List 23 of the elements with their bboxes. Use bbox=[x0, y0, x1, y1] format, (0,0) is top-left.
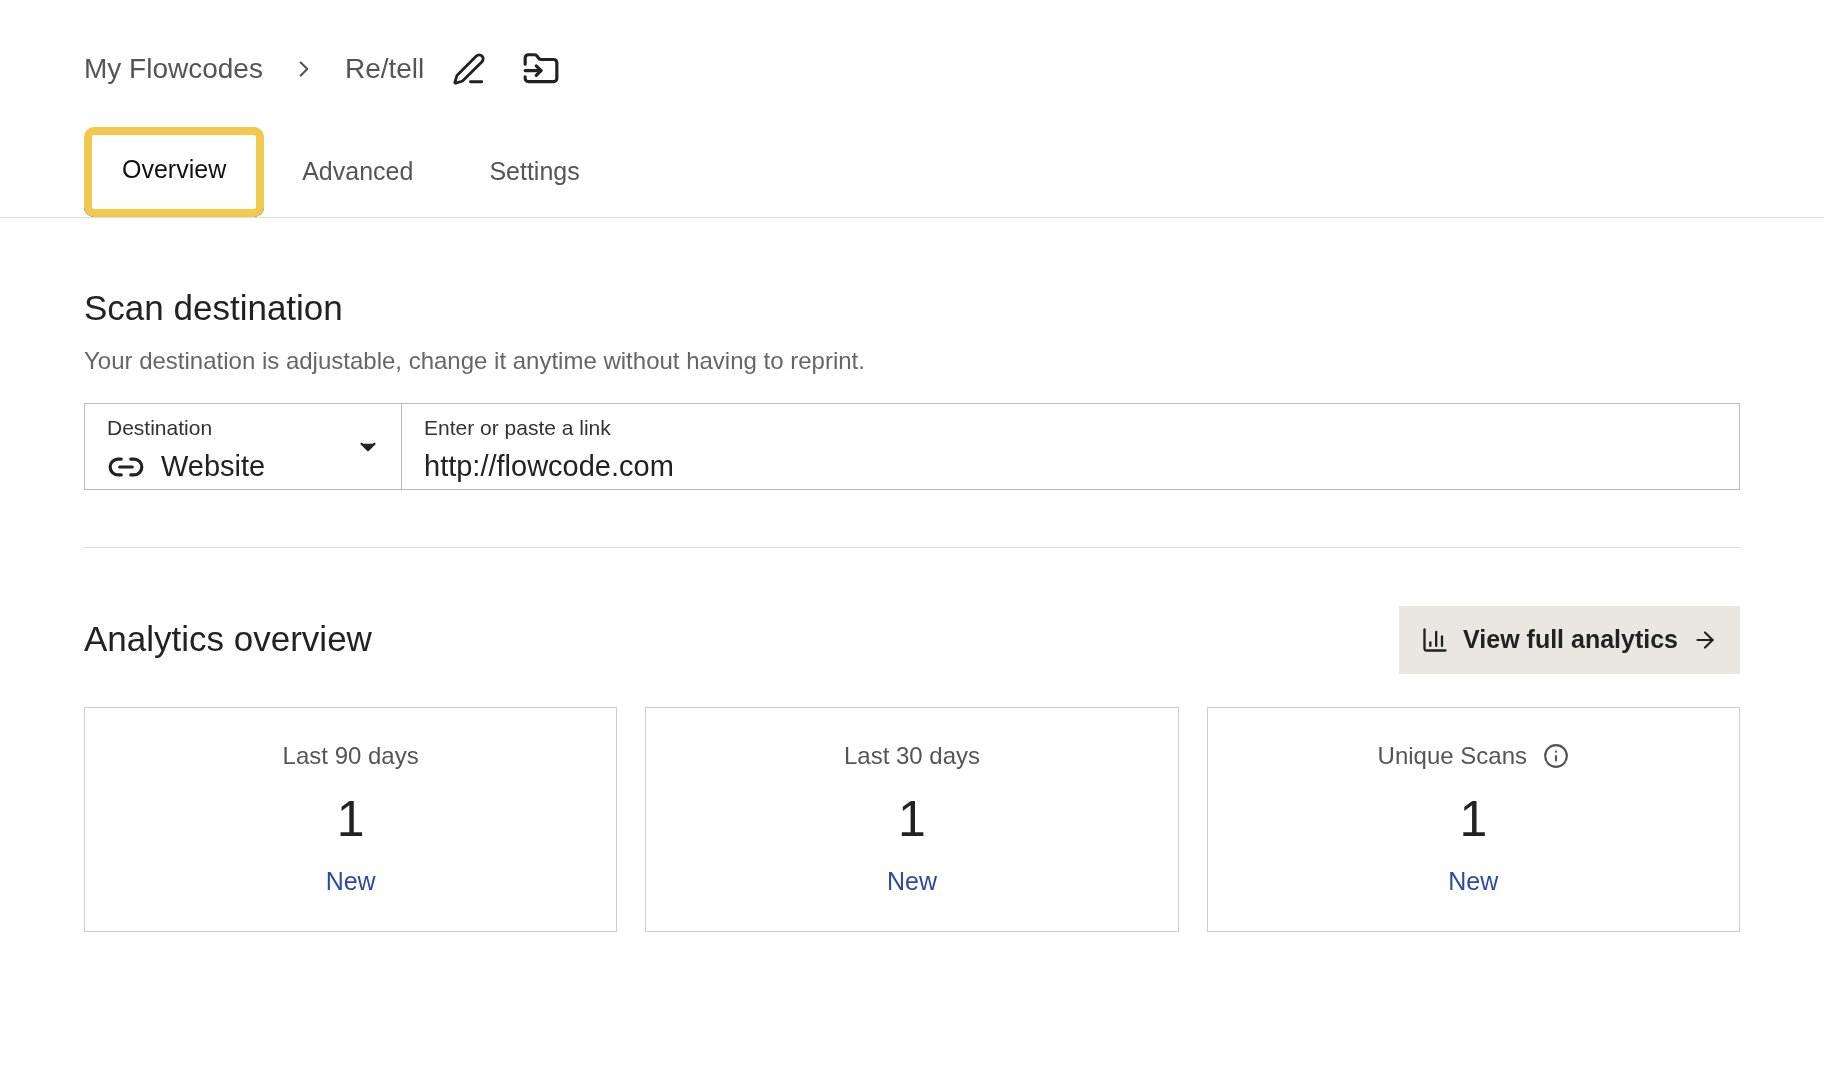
view-analytics-button[interactable]: View full analytics bbox=[1399, 605, 1740, 674]
bar-chart-icon bbox=[1421, 625, 1450, 654]
stat-value: 1 bbox=[898, 789, 926, 849]
stat-value: 1 bbox=[1459, 789, 1488, 849]
section-subtitle: Your destination is adjustable, change it anytime without having to reprint. bbox=[84, 345, 866, 376]
stat-note: New bbox=[325, 865, 376, 897]
breadcrumb-item: Re/tell bbox=[344, 52, 425, 86]
destination-select[interactable]: Destination Website bbox=[84, 402, 402, 490]
stat-note: New bbox=[1448, 865, 1499, 897]
stat-label: Unique Scans bbox=[1377, 740, 1528, 771]
section-title: Scan destination bbox=[84, 287, 344, 329]
section-title: Analytics overview bbox=[84, 618, 372, 661]
breadcrumb-item[interactable]: My Flowcodes bbox=[84, 48, 263, 90]
stat-label: Last 30 days bbox=[843, 740, 981, 771]
tab[interactable]: Advanced bbox=[264, 127, 452, 217]
link-input-field[interactable]: Enter or paste a link http://flowcode.com bbox=[402, 402, 1740, 490]
tab[interactable]: Settings bbox=[451, 127, 618, 217]
stat-label: Last 90 days bbox=[282, 740, 419, 771]
tab[interactable]: Overview bbox=[84, 127, 265, 217]
info-icon[interactable] bbox=[1543, 742, 1570, 769]
stat-note: New bbox=[887, 865, 937, 897]
edit-icon[interactable] bbox=[452, 52, 487, 86]
stat-value: 1 bbox=[336, 789, 365, 849]
